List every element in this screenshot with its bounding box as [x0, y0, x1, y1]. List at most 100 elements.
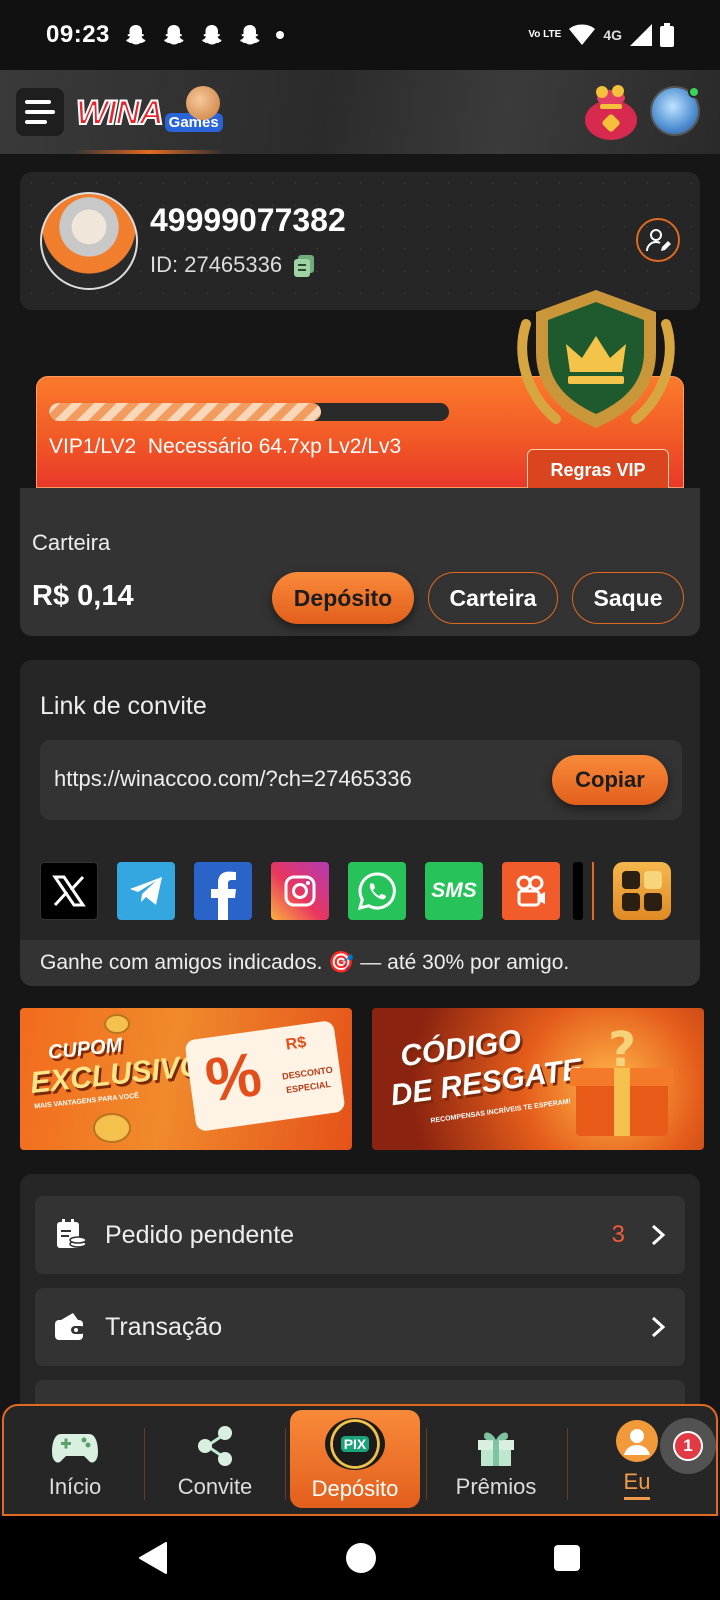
gift-icon: [478, 1432, 514, 1466]
copy-id-icon[interactable]: [292, 253, 316, 277]
invite-url[interactable]: https://winaccoo.com/?ch=27465336: [54, 766, 412, 792]
profile-avatar[interactable]: [40, 192, 138, 290]
x-icon[interactable]: [40, 862, 98, 920]
snapchat-icon: [239, 25, 260, 45]
nav-deposit[interactable]: PIX Depósito: [290, 1410, 420, 1508]
vip-requirement: Necessário 64.7xp Lv2/Lv3: [147, 435, 402, 458]
nav-divider: [426, 1428, 427, 1500]
invite-title: Link de convite: [40, 692, 207, 720]
vip-current-level: VIP1/LV2: [49, 435, 137, 458]
menu-item-pending-orders[interactable]: Pedido pendente 3: [35, 1196, 685, 1274]
treasure-bag-icon[interactable]: [582, 84, 640, 142]
home-icon[interactable]: [346, 1543, 376, 1573]
copy-link-button[interactable]: Copiar: [552, 755, 668, 805]
nav-label: Eu: [623, 1469, 651, 1500]
pending-order-icon: [57, 1219, 87, 1248]
mascot-icon: [186, 86, 220, 120]
facebook-icon[interactable]: [194, 862, 252, 920]
wallet-button[interactable]: Carteira: [428, 572, 558, 624]
ticket-text2: ESPECIAL: [285, 1078, 332, 1096]
snapchat-icon: [201, 25, 222, 45]
status-time: 09:23: [46, 21, 110, 48]
menu-item-label: Transação: [105, 1312, 223, 1341]
menu-button[interactable]: [16, 88, 64, 136]
coin-icon: [93, 1113, 131, 1143]
profile-id-text: ID: 27465336: [150, 252, 283, 277]
snapchat-icon: [125, 25, 146, 45]
edit-profile-icon: [646, 229, 671, 252]
wallet-icon: [55, 1313, 85, 1340]
withdraw-button[interactable]: Saque: [572, 572, 684, 624]
nav-label: Início: [48, 1474, 102, 1499]
exclusive-coupon-banner[interactable]: CUPOM EXCLUSIVO MAIS VANTAGENS PARA VOCÊ…: [20, 1008, 352, 1150]
edit-profile-button[interactable]: [636, 218, 680, 262]
system-icons: Vo LTE 4G: [528, 23, 674, 47]
percent-icon: %: [201, 1039, 266, 1116]
share-overflow-edge: [573, 862, 583, 920]
telegram-icon[interactable]: [117, 862, 175, 920]
nav-home[interactable]: Início: [10, 1406, 140, 1514]
share-row: SMS: [40, 862, 671, 920]
network-type: 4G: [603, 27, 622, 43]
invite-tip: Ganhe com amigos indicados. 🎯 — até 30% …: [20, 940, 700, 986]
system-nav-bar: [0, 1516, 720, 1600]
ticket-currency: R$: [284, 1034, 308, 1054]
wina-logo[interactable]: WINA Games: [75, 86, 223, 138]
more-share-button[interactable]: [613, 862, 671, 920]
back-icon[interactable]: [138, 1542, 168, 1574]
profile-id: ID: 27465336: [150, 252, 316, 278]
logo-text: WINA: [75, 93, 165, 133]
snapchat-icon: [163, 25, 184, 45]
online-indicator: [688, 86, 700, 98]
wallet-card: Carteira R$ 0,14 Depósito Carteira Saque: [20, 488, 700, 636]
vip-shield-icon: [517, 290, 675, 428]
user-profile-icon: [616, 1420, 658, 1462]
vip-rules-button[interactable]: Regras VIP: [527, 449, 669, 491]
nav-label: Depósito: [311, 1476, 399, 1501]
wallet-balance: R$ 0,14: [32, 580, 134, 612]
menu-item-label: Pedido pendente: [105, 1220, 295, 1249]
coin-icon: [104, 1014, 130, 1034]
sms-icon[interactable]: SMS: [425, 862, 483, 920]
menu-item-transactions[interactable]: Transação: [35, 1288, 685, 1366]
vip-progress-fill: [49, 403, 321, 421]
profile-phone: 49999077382: [150, 202, 346, 238]
share-divider: [592, 862, 594, 920]
gamepad-icon: [52, 1434, 98, 1463]
account-menu: Pedido pendente 3 Transação: [20, 1174, 700, 1434]
header-accent-line: [74, 150, 224, 154]
sms-label: SMS: [431, 879, 477, 902]
share-icon: [198, 1426, 232, 1466]
user-avatar[interactable]: [650, 86, 700, 136]
nav-label: Convite: [177, 1474, 253, 1499]
nav-rewards[interactable]: Prêmios: [431, 1406, 561, 1514]
nav-divider: [285, 1428, 286, 1500]
notification-bubble[interactable]: 1: [660, 1418, 716, 1474]
status-bar: 09:23 Vo LTE 4G: [0, 0, 720, 70]
svg-text:?: ?: [608, 1028, 636, 1078]
signal-icon: [630, 24, 652, 46]
nav-label: Prêmios: [455, 1474, 537, 1499]
gift-box-icon: ?: [570, 1028, 674, 1136]
notification-count: 1: [673, 1431, 703, 1461]
dot-icon: [275, 31, 284, 39]
nav-invite[interactable]: Convite: [150, 1406, 280, 1514]
invite-card: Link de convite https://winaccoo.com/?ch…: [20, 660, 700, 986]
volte-icon: Vo LTE: [528, 29, 562, 40]
pix-coin-icon: PIX: [325, 1418, 385, 1470]
chevron-right-icon: [651, 1224, 666, 1246]
whatsapp-icon[interactable]: [348, 862, 406, 920]
instagram-icon[interactable]: [271, 862, 329, 920]
coupon-ticket: % R$ DESCONTO ESPECIAL: [184, 1020, 346, 1132]
nav-divider: [567, 1428, 568, 1500]
recent-apps-icon[interactable]: [554, 1545, 580, 1571]
notification-icons: [124, 23, 262, 47]
battery-icon: [660, 23, 674, 47]
redeem-code-banner[interactable]: CÓDIGO DE RESGATE RECOMPENSAS INCRÍVEIS …: [372, 1008, 704, 1150]
kwai-icon[interactable]: [502, 862, 560, 920]
wifi-icon: [569, 24, 596, 45]
nav-divider: [144, 1428, 145, 1500]
deposit-button[interactable]: Depósito: [272, 572, 414, 624]
wallet-label: Carteira: [32, 530, 111, 555]
vip-level-text: VIP1/LV2 Necessário 64.7xp Lv2/Lv3: [49, 435, 401, 459]
